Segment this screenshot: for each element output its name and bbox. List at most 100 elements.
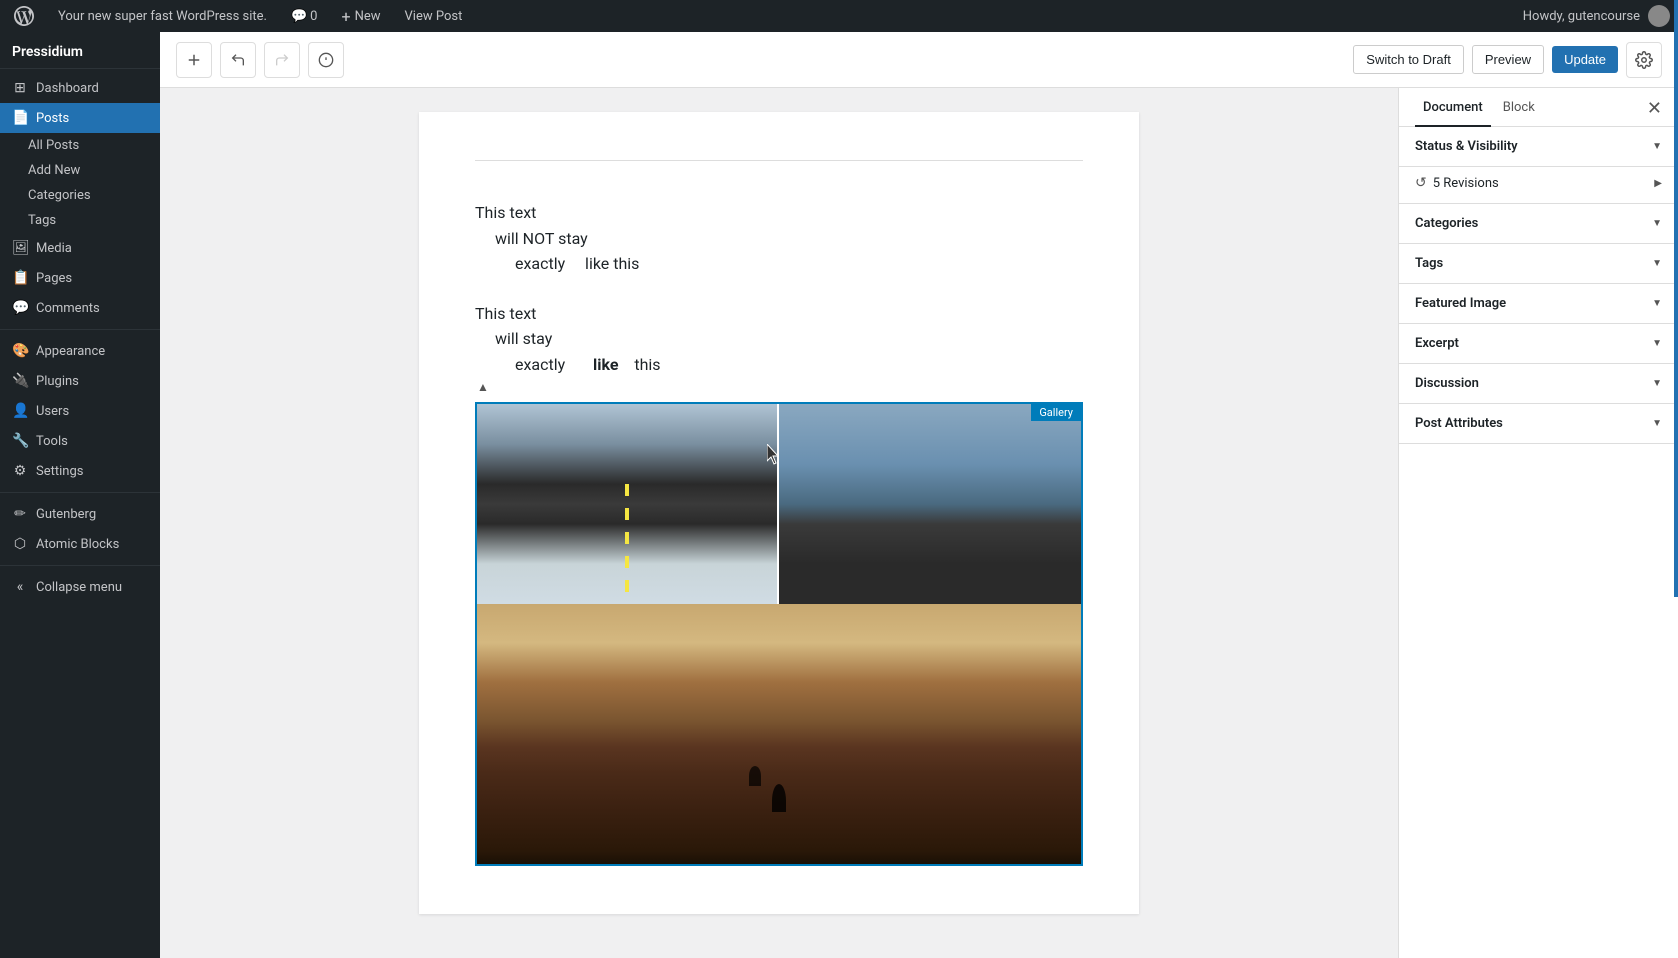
section-featured-image-header[interactable]: Featured Image ▼ (1399, 284, 1678, 323)
gallery-badge: Gallery (1031, 404, 1081, 421)
tab-block[interactable]: Block (1495, 88, 1543, 127)
section-post-attributes: Post Attributes ▼ (1399, 404, 1678, 444)
adminbar-view-post[interactable]: View Post (399, 9, 469, 24)
text-block-1[interactable]: This text will NOT stay exactly like thi… (475, 200, 1083, 277)
section-revisions: ↺ 5 Revisions ▶ (1399, 167, 1678, 204)
sidebar-item-comments[interactable]: 💬 Comments (0, 293, 160, 323)
atomic-blocks-icon: ⬡ (12, 536, 28, 552)
section-discussion-header[interactable]: Discussion ▼ (1399, 364, 1678, 403)
right-panel: Document Block ✕ Status & Visibility ▼ ↺… (1398, 88, 1678, 958)
chevron-down-icon-categories: ▼ (1652, 218, 1662, 229)
chevron-down-icon-tags: ▼ (1652, 258, 1662, 269)
text-exactly-1: exactly (515, 254, 565, 273)
switch-to-draft-button[interactable]: Switch to Draft (1353, 45, 1464, 74)
avatar (1648, 5, 1670, 27)
sidebar-item-tools[interactable]: 🔧 Tools (0, 426, 160, 456)
undo-button[interactable] (220, 42, 256, 78)
section-categories-header[interactable]: Categories ▼ (1399, 204, 1678, 243)
sidebar-item-appearance[interactable]: 🎨 Appearance (0, 336, 160, 366)
section-tags: Tags ▼ (1399, 244, 1678, 284)
gutenberg-icon: ✏ (12, 506, 28, 522)
text-like-2: like (593, 355, 619, 374)
sidebar-subitem-add-new[interactable]: Add New (0, 158, 160, 183)
sidebar-divider-3 (0, 565, 160, 566)
redo-button[interactable] (264, 42, 300, 78)
chevron-down-icon-post-attributes: ▼ (1652, 418, 1662, 429)
sidebar-item-settings[interactable]: ⚙ Settings (0, 456, 160, 486)
update-button[interactable]: Update (1552, 46, 1618, 73)
section-excerpt: Excerpt ▼ (1399, 324, 1678, 364)
text-line-2-2: will stay (475, 326, 1083, 352)
gallery-image-mountains[interactable] (477, 604, 1081, 864)
text-block-2[interactable]: This text will stay exactly like this (475, 301, 1083, 378)
sidebar-item-plugins[interactable]: 🔌 Plugins (0, 366, 160, 396)
text-line-1-2: will NOT stay (475, 226, 1083, 252)
sidebar-item-atomic-blocks[interactable]: ⬡ Atomic Blocks (0, 529, 160, 559)
adminbar-site-name[interactable]: Your new super fast WordPress site. (52, 9, 273, 24)
pages-icon: 📋 (12, 270, 28, 286)
plugins-icon: 🔌 (12, 373, 28, 389)
info-button[interactable] (308, 42, 344, 78)
plus-icon: + (341, 7, 350, 26)
adminbar-new[interactable]: + New (335, 7, 386, 26)
adminbar-comments[interactable]: 💬 0 (285, 9, 324, 24)
editor-canvas[interactable]: This text will NOT stay exactly like thi… (160, 88, 1398, 958)
adminbar-howdy: Howdy, gutencourse (1523, 9, 1640, 24)
gallery-top-row (477, 404, 1081, 604)
sidebar-divider-2 (0, 492, 160, 493)
dashboard-icon: ⊞ (12, 80, 28, 96)
gallery-up-arrow[interactable]: ▲ (477, 380, 489, 394)
comment-bubble-icon: 💬 (291, 9, 307, 24)
add-block-button[interactable] (176, 42, 212, 78)
admin-bar: Your new super fast WordPress site. 💬 0 … (0, 0, 1678, 32)
sidebar-subitem-categories[interactable]: Categories (0, 183, 160, 208)
sidebar-item-users[interactable]: 👤 Users (0, 396, 160, 426)
sidebar-subitem-all-posts[interactable]: All Posts (0, 133, 160, 158)
settings-icon: ⚙ (12, 463, 28, 479)
revisions-row[interactable]: ↺ 5 Revisions ▶ (1399, 167, 1678, 203)
section-featured-image: Featured Image ▼ (1399, 284, 1678, 324)
section-status-visibility: Status & Visibility ▼ (1399, 127, 1678, 167)
editor-content: This text will NOT stay exactly like thi… (419, 112, 1139, 914)
adminbar-wp-logo[interactable] (8, 6, 40, 26)
text-line-2-3: exactly like this (475, 352, 1083, 378)
sidebar-subitem-tags[interactable]: Tags (0, 208, 160, 233)
chevron-right-icon-revisions: ▶ (1654, 178, 1662, 189)
sidebar: Pressidium ⊞ Dashboard 📄 Posts All Posts… (0, 32, 160, 958)
text-line-2-1: This text (475, 301, 1083, 327)
sidebar-item-media[interactable]: 🖼 Media (0, 233, 160, 263)
panel-close-button[interactable]: ✕ (1647, 92, 1662, 126)
sidebar-item-gutenberg[interactable]: ✏ Gutenberg (0, 499, 160, 529)
media-icon: 🖼 (12, 240, 28, 256)
chevron-down-icon-excerpt: ▼ (1652, 338, 1662, 349)
appearance-icon: 🎨 (12, 343, 28, 359)
sidebar-item-dashboard[interactable]: ⊞ Dashboard (0, 73, 160, 103)
text-like-this-1: like this (585, 254, 639, 273)
chevron-down-icon-discussion: ▼ (1652, 378, 1662, 389)
posts-icon: 📄 (12, 110, 28, 126)
gallery-image-road[interactable] (477, 404, 779, 604)
sidebar-item-pages[interactable]: 📋 Pages (0, 263, 160, 293)
chevron-down-icon-featured: ▼ (1652, 298, 1662, 309)
panel-tabs: Document Block ✕ (1399, 88, 1678, 127)
section-excerpt-header[interactable]: Excerpt ▼ (1399, 324, 1678, 363)
gallery-block[interactable]: ▲ Gallery (475, 402, 1083, 866)
tab-document[interactable]: Document (1415, 88, 1491, 127)
settings-toggle-button[interactable] (1626, 42, 1662, 78)
section-post-attributes-header[interactable]: Post Attributes ▼ (1399, 404, 1678, 443)
preview-button[interactable]: Preview (1472, 45, 1544, 74)
editor-wrapper: Switch to Draft Preview Update (160, 32, 1678, 958)
section-tags-header[interactable]: Tags ▼ (1399, 244, 1678, 283)
text-line-1-1: This text (475, 200, 1083, 226)
chevron-down-icon-status: ▼ (1652, 141, 1662, 152)
gallery-image-plane[interactable] (779, 404, 1081, 604)
revisions-icon: ↺ (1415, 175, 1427, 191)
revisions-label: 5 Revisions (1433, 176, 1499, 191)
top-scroll-indicator (475, 160, 1083, 168)
sidebar-item-collapse[interactable]: « Collapse menu (0, 572, 160, 602)
section-status-visibility-header[interactable]: Status & Visibility ▼ (1399, 127, 1678, 166)
sidebar-item-posts[interactable]: 📄 Posts (0, 103, 160, 133)
section-discussion: Discussion ▼ (1399, 364, 1678, 404)
text-exactly-2: exactly (515, 355, 565, 374)
sidebar-site-name[interactable]: Pressidium (0, 32, 160, 69)
